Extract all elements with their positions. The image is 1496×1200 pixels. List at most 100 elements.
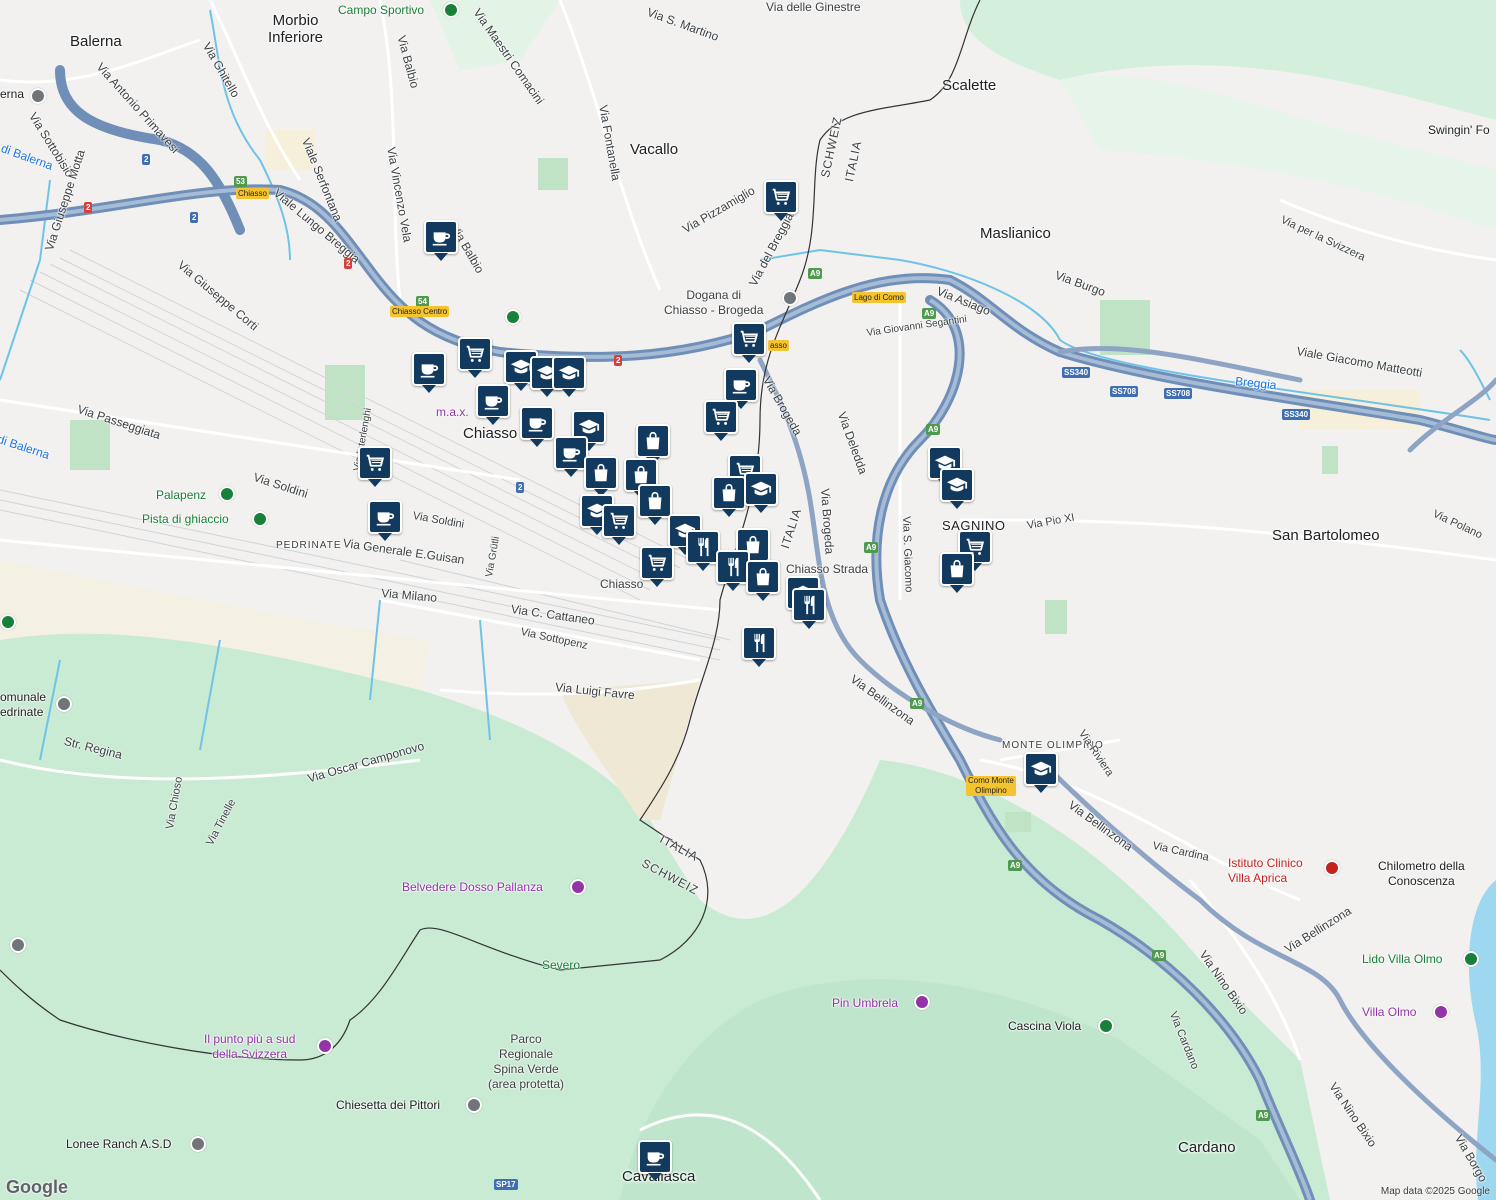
map-marker-fork[interactable] xyxy=(716,550,750,591)
graduation-cap-icon xyxy=(946,474,968,496)
map-marker-cart[interactable] xyxy=(704,400,738,441)
restaurant-icon xyxy=(722,556,744,578)
map-marker-bag[interactable] xyxy=(638,484,672,525)
coffee-cup-icon xyxy=(730,374,752,396)
graduation-cap-icon xyxy=(510,356,532,378)
shield-2-a: 2 xyxy=(142,154,151,165)
map-marker-fork[interactable] xyxy=(792,588,826,629)
place-pedrinate: PEDRINATE xyxy=(276,540,342,551)
map-marker-fork[interactable] xyxy=(742,626,776,667)
map-marker-coffee[interactable] xyxy=(520,406,554,447)
map-marker-school[interactable] xyxy=(940,468,974,509)
ranch-icon xyxy=(190,1136,206,1152)
map-marker-cart[interactable] xyxy=(640,546,674,587)
poi-lonee-ranch[interactable]: Lonee Ranch A.S.D xyxy=(66,1137,171,1151)
shield-53: 53 xyxy=(234,176,247,187)
coffee-cup-icon xyxy=(526,412,548,434)
poi-belvedere[interactable]: Belvedere Dosso Pallanza xyxy=(402,880,543,894)
poi-comunale-pedrinate[interactable]: omunale edrinate xyxy=(0,690,46,720)
camera-icon xyxy=(317,1038,333,1054)
map-marker-cart[interactable] xyxy=(732,322,766,363)
shield-a9-d: A9 xyxy=(864,542,879,553)
museum-icon xyxy=(56,696,72,712)
train-icon xyxy=(30,88,46,104)
shield-label-como-monte-olimpino: Como Monte Olimpino xyxy=(966,776,1016,796)
place-cardano: Cardano xyxy=(1178,1139,1236,1156)
map-marker-coffee[interactable] xyxy=(424,220,458,261)
map-marker-cart[interactable] xyxy=(602,504,636,545)
poi-chilometro[interactable]: Chilometro della Conoscenza xyxy=(1378,859,1465,889)
map-marker-bag[interactable] xyxy=(940,552,974,593)
graduation-cap-icon xyxy=(750,478,772,500)
poi-pista-ghiaccio[interactable]: Pista di ghiaccio xyxy=(142,512,229,526)
shield-label-lago-di-como: Lago di Como xyxy=(852,292,906,303)
shopping-cart-icon xyxy=(770,186,792,208)
shopping-bag-icon xyxy=(946,558,968,580)
church-icon xyxy=(466,1097,482,1113)
map-marker-coffee[interactable] xyxy=(476,384,510,425)
poi-istituto-clinico[interactable]: Istituto Clinico Villa Aprica xyxy=(1228,856,1303,886)
poi-palapenz[interactable]: Palapenz xyxy=(156,488,206,502)
poi-parco-spina-verde[interactable]: Parco Regionale Spina Verde (area protet… xyxy=(488,1032,564,1092)
map-marker-coffee[interactable] xyxy=(554,436,588,477)
poi-max-museo[interactable]: m.a.x. xyxy=(436,405,469,419)
poi-campo-sportivo[interactable]: Campo Sportivo xyxy=(338,3,424,17)
map-marker-school[interactable] xyxy=(1024,752,1058,793)
map-marker-coffee[interactable] xyxy=(412,352,446,393)
google-logo: Google xyxy=(6,1177,68,1197)
poi-severo[interactable]: Severo xyxy=(542,958,580,972)
poi-cascina-viola[interactable]: Cascina Viola xyxy=(1008,1019,1081,1033)
poi-chiesetta[interactable]: Chiesetta dei Pittori xyxy=(336,1098,440,1112)
coffee-cup-icon xyxy=(560,442,582,464)
map-marker-school[interactable] xyxy=(552,356,586,397)
shopping-cart-icon xyxy=(646,552,668,574)
map-attribution[interactable]: Map data ©2025 Google xyxy=(1381,1186,1490,1197)
camera-icon xyxy=(914,994,930,1010)
coffee-cup-icon xyxy=(430,226,452,248)
park-icon xyxy=(0,614,16,630)
shield-2-f: 2 xyxy=(516,482,525,493)
graduation-cap-icon xyxy=(1030,758,1052,780)
shield-a9-f: A9 xyxy=(1008,860,1023,871)
map-marker-school[interactable] xyxy=(744,472,778,513)
park-icon xyxy=(505,309,521,325)
poi-villa-olmo[interactable]: Villa Olmo xyxy=(1362,1005,1416,1019)
shield-a9-a: A9 xyxy=(808,268,823,279)
map-marker-bag[interactable] xyxy=(584,456,618,497)
restaurant-icon xyxy=(692,536,714,558)
poi-dogana[interactable]: Dogana di Chiasso - Brogeda xyxy=(664,288,763,318)
poi-pin-umbrela[interactable]: Pin Umbrela xyxy=(832,996,898,1010)
poi-lido-villa-olmo[interactable]: Lido Villa Olmo xyxy=(1362,952,1442,966)
graduation-cap-icon xyxy=(578,416,600,438)
shield-ss340-b: SS340 xyxy=(1282,409,1311,420)
shopping-cart-icon xyxy=(464,343,486,365)
map-marker-bag[interactable] xyxy=(746,560,780,601)
map-marker-bag[interactable] xyxy=(712,476,746,517)
shopping-cart-icon xyxy=(608,510,630,532)
map-marker-bag[interactable] xyxy=(636,424,670,465)
park-icon xyxy=(219,486,235,502)
shopping-bag-icon xyxy=(642,430,664,452)
shield-ss708-b: SS708 xyxy=(1164,388,1193,399)
coffee-cup-icon xyxy=(644,1146,666,1168)
map-marker-coffee[interactable] xyxy=(638,1140,672,1181)
shield-a9-c: A9 xyxy=(926,424,941,435)
park-icon xyxy=(443,2,459,18)
poi-swingin[interactable]: Swingin' Fo xyxy=(1428,123,1490,137)
shield-label-chiasso: Chiasso xyxy=(236,188,269,199)
map-marker-cart[interactable] xyxy=(764,180,798,221)
shopping-bag-icon xyxy=(752,566,774,588)
map-marker-coffee[interactable] xyxy=(368,500,402,541)
map-marker-fork[interactable] xyxy=(686,530,720,571)
shield-ss340-a: SS340 xyxy=(1062,367,1091,378)
shield-label-asso: asso xyxy=(768,340,789,351)
map-canvas[interactable]: Balerna Morbio Inferiore Vacallo Scalett… xyxy=(0,0,1496,1200)
map-marker-coffee[interactable] xyxy=(724,368,758,409)
poi-punto-piu-a-sud[interactable]: Il punto più a sud della Svizzera xyxy=(204,1032,295,1062)
station-chiasso: Chiasso xyxy=(600,577,644,591)
map-marker-cart[interactable] xyxy=(458,337,492,378)
map-marker-cart[interactable] xyxy=(358,446,392,487)
shield-sp17: SP17 xyxy=(494,1179,518,1190)
coffee-cup-icon xyxy=(418,358,440,380)
poi-balerna-station[interactable]: erna xyxy=(0,87,24,101)
